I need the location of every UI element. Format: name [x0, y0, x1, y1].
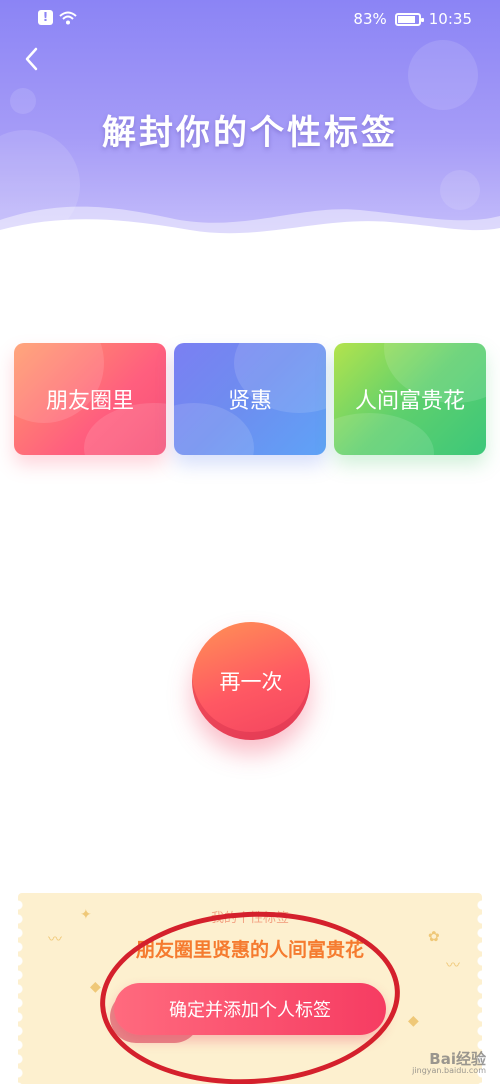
wifi-icon [59, 11, 77, 24]
confirm-add-tag-button[interactable]: 确定并添加个人标签 [114, 983, 386, 1035]
back-arrow-icon [25, 47, 38, 71]
ticket-caption: 我的个性标签 [210, 911, 289, 926]
tag-cards: 朋友圈里 贤惠 人间富贵花 [14, 343, 486, 455]
battery-icon [394, 12, 424, 26]
page-title: 解封你的个性标签 [102, 113, 398, 153]
alert-icon: ! [38, 10, 53, 25]
watermark: Bai经验 jingyan.baidu.com [412, 1049, 486, 1076]
tag-label: 朋友圈里 [45, 389, 134, 414]
header-wave [0, 206, 500, 250]
retry-button[interactable]: 再一次 [192, 622, 310, 740]
clock: 10:35 [428, 10, 472, 28]
confetti-decor: ◆ [408, 1013, 419, 1029]
battery-percent: 83% [353, 10, 387, 28]
decor-bubble [408, 40, 478, 110]
tag-label: 贤惠 [227, 389, 272, 414]
ticket-result-text: 朋友圈里贤惠的人间富贵花 [135, 939, 364, 961]
confetti-decor: ◆ [90, 979, 101, 995]
tag-card-2[interactable]: 贤惠 [174, 343, 326, 455]
tag-card-1[interactable]: 朋友圈里 [14, 343, 166, 455]
watermark-brand: Bai经验 [429, 1049, 486, 1068]
watermark-url: jingyan.baidu.com [412, 1066, 486, 1076]
status-bar: ! 83% 10:35 [0, 0, 500, 40]
back-button[interactable] [16, 44, 46, 74]
ticket-edge [18, 899, 26, 1084]
tag-card-3[interactable]: 人间富贵花 [334, 343, 486, 455]
tag-label: 人间富贵花 [354, 389, 465, 414]
